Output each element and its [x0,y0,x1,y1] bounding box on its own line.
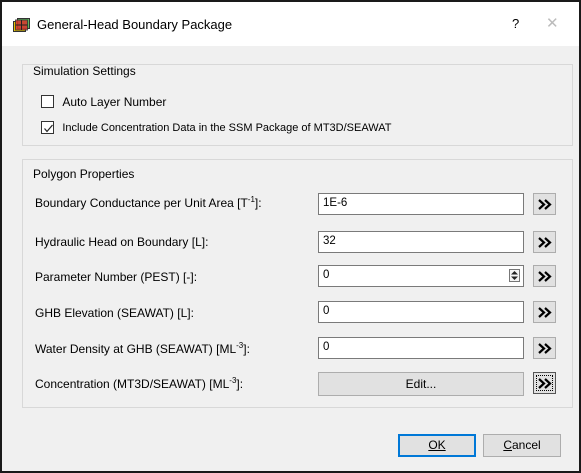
group-title: Simulation Settings [33,64,136,78]
double-chevron-right-icon [538,343,552,354]
double-chevron-right-icon [538,199,552,210]
ok-button[interactable]: OK [398,434,476,457]
app-icon [13,18,31,33]
head-expand-button[interactable] [533,231,556,253]
param-value: 0 [323,269,330,281]
simulation-settings-group: Simulation Settings Auto Layer Number In… [22,64,573,146]
cancel-label: Cancel [503,438,541,452]
conductance-input[interactable]: 1E-6 [318,193,524,215]
conductance-expand-button[interactable] [533,193,556,215]
checkmark-icon [44,124,53,133]
double-chevron-right-icon [538,307,552,318]
include-concentration-checkbox-row[interactable]: Include Concentration Data in the SSM Pa… [41,120,392,135]
head-label: Hydraulic Head on Boundary [L]: [35,235,209,249]
ok-label: OK [428,438,446,452]
concentration-expand-button[interactable] [533,372,556,394]
double-chevron-right-icon [538,378,552,389]
density-label: Water Density at GHB (SEAWAT) [ML-3]: [35,341,250,357]
elevation-label: GHB Elevation (SEAWAT) [L]: [35,306,194,320]
polygon-properties-group: Polygon Properties Boundary Conductance … [22,159,573,408]
auto-layer-label: Auto Layer Number [62,94,167,109]
concentration-edit-button[interactable]: Edit... [318,372,524,396]
concentration-label: Concentration (MT3D/SEAWAT) [ML-3]: [35,376,244,392]
include-concentration-label: Include Concentration Data in the SSM Pa… [62,121,392,134]
conductance-label: Boundary Conductance per Unit Area [T-1]… [35,195,262,211]
double-chevron-right-icon [538,271,552,282]
density-expand-button[interactable] [533,337,556,359]
include-concentration-checkbox[interactable] [41,121,54,135]
spin-arrows-icon[interactable] [509,269,520,282]
param-label: Parameter Number (PEST) [-]: [35,270,198,284]
head-input[interactable]: 32 [318,231,524,253]
auto-layer-checkbox[interactable] [41,95,54,109]
window-title: General-Head Boundary Package [37,17,233,32]
close-button[interactable]: ✕ [546,14,559,32]
dialog-window: General-Head Boundary Package ? ✕ Simula… [0,0,581,473]
param-stepper[interactable]: 0 [318,265,524,287]
double-chevron-right-icon [538,237,552,248]
group-title: Polygon Properties [33,167,135,181]
elevation-input[interactable]: 0 [318,301,524,323]
elevation-expand-button[interactable] [533,301,556,323]
title-bar: General-Head Boundary Package ? ✕ [2,2,579,46]
cancel-button[interactable]: Cancel [483,434,561,457]
auto-layer-checkbox-row[interactable]: Auto Layer Number [41,94,166,109]
help-button[interactable]: ? [512,16,519,31]
param-expand-button[interactable] [533,265,556,287]
density-input[interactable]: 0 [318,337,524,359]
